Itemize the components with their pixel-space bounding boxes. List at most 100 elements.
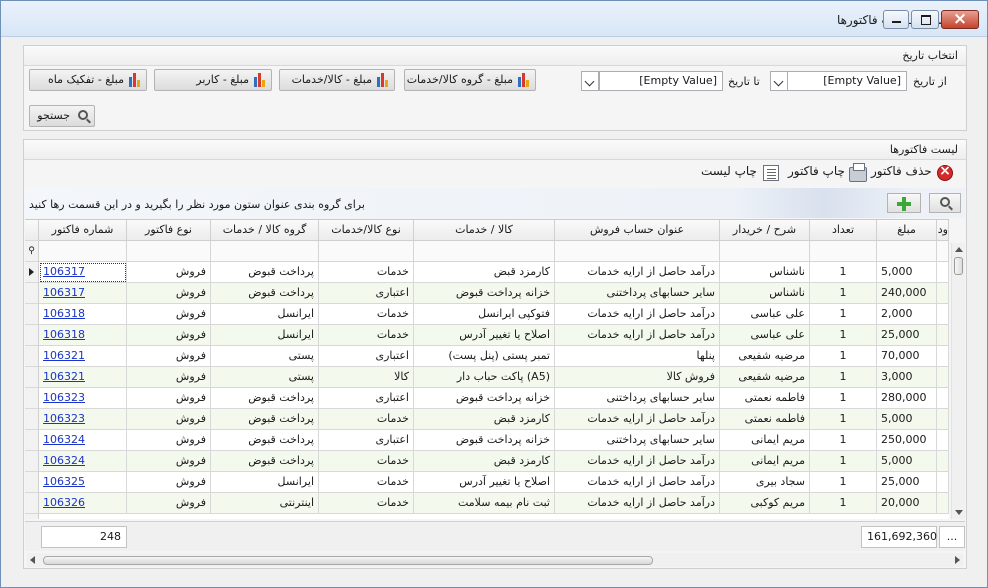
table-cell-amount: 5,000 <box>877 262 937 283</box>
delete-invoice-button[interactable]: حذف فاکتور <box>871 164 932 178</box>
main-window: لیست جزئیات فاکتورها انتخاب تاریخ از تار… <box>0 0 988 588</box>
horizontal-scrollbar[interactable] <box>27 553 963 567</box>
table-cell-account: سایر حسابهای پرداختنی <box>555 388 720 409</box>
row-indicator[interactable] <box>25 472 39 493</box>
table-cell-inv_no[interactable]: 106321 <box>39 346 127 367</box>
table-cell-clipped <box>937 304 949 325</box>
table-cell-clipped <box>937 493 949 514</box>
horizontal-scroll-thumb[interactable] <box>43 556 653 565</box>
print-invoice-button[interactable]: چاپ فاکتور <box>788 164 845 178</box>
column-header-inv_no[interactable]: شماره فاکتور <box>39 220 127 241</box>
table-cell-inv_type: فروش <box>127 262 211 283</box>
column-header-qty[interactable]: تعداد <box>810 220 877 241</box>
delete-icon[interactable] <box>937 163 953 181</box>
table-cell-inv_no[interactable]: 106317 <box>39 262 127 283</box>
row-indicator[interactable] <box>25 451 39 472</box>
table-cell-item: خزانه پرداخت قبوض <box>414 430 555 451</box>
scroll-left-arrow[interactable] <box>30 556 35 564</box>
list-icon[interactable] <box>763 165 779 181</box>
row-indicator[interactable] <box>25 262 39 283</box>
row-indicator[interactable] <box>25 304 39 325</box>
maximize-button[interactable] <box>911 10 939 29</box>
table-cell-inv_no[interactable]: 106323 <box>39 409 127 430</box>
print-list-button[interactable]: چاپ لیست <box>701 164 757 178</box>
table-cell-item: کارمزد قبض <box>414 409 555 430</box>
column-header-account[interactable]: عنوان حساب فروش <box>555 220 720 241</box>
table-cell-clipped <box>937 367 949 388</box>
filter-cell-inv_no[interactable] <box>39 241 127 262</box>
printer-icon[interactable] <box>849 163 867 182</box>
add-button[interactable] <box>887 193 921 213</box>
column-header-item[interactable]: کالا / خدمات <box>414 220 555 241</box>
scroll-right-arrow[interactable] <box>955 556 960 564</box>
row-indicator[interactable] <box>25 283 39 304</box>
table-cell-inv_no[interactable]: 106318 <box>39 304 127 325</box>
more-button[interactable]: ... <box>939 526 965 548</box>
filter-cell-clipped[interactable] <box>937 241 949 262</box>
row-indicator[interactable] <box>25 325 39 346</box>
table-cell-item_type: اعتباری <box>319 430 414 451</box>
row-indicator[interactable] <box>25 430 39 451</box>
table-cell-party: مریم کوکبی <box>720 493 810 514</box>
column-header-inv_type[interactable]: نوع فاکتور <box>127 220 211 241</box>
table-cell-item: خزانه پرداخت قبوض <box>414 283 555 304</box>
table-cell-inv_no[interactable]: 106318 <box>39 325 127 346</box>
table-cell-qty: 1 <box>810 283 877 304</box>
table-cell-qty: 1 <box>810 262 877 283</box>
table-cell-qty: 1 <box>810 430 877 451</box>
filter-cell-amount[interactable] <box>877 241 937 262</box>
filter-cell-account[interactable] <box>555 241 720 262</box>
column-header-item_group[interactable]: گروه کالا / خدمات <box>211 220 319 241</box>
report-item-group-button[interactable]: مبلغ - گروه کالا/خدمات <box>404 69 536 91</box>
filter-cell-item_type[interactable] <box>319 241 414 262</box>
scroll-up-arrow[interactable] <box>955 247 963 252</box>
table-cell-item: اصلاح یا تغییر آدرس <box>414 325 555 346</box>
table-cell-clipped <box>937 472 949 493</box>
filter-cell-inv_type[interactable] <box>127 241 211 262</box>
column-header-party[interactable]: شرح / خریدار <box>720 220 810 241</box>
table-cell-item: کارمزد قبض <box>414 451 555 472</box>
row-indicator[interactable] <box>25 346 39 367</box>
table-cell-inv_no[interactable]: 106325 <box>39 472 127 493</box>
filter-cell-party[interactable] <box>720 241 810 262</box>
table-cell-amount: 2,000 <box>877 304 937 325</box>
table-cell-inv_no[interactable]: 106324 <box>39 451 127 472</box>
column-header-item_type[interactable]: نوع کالا/خدمات <box>319 220 414 241</box>
close-button[interactable] <box>941 9 979 29</box>
filter-cell-item[interactable] <box>414 241 555 262</box>
table-cell-item_group: پرداخت قبوض <box>211 451 319 472</box>
table-cell-qty: 1 <box>810 304 877 325</box>
column-header-amount[interactable]: مبلغ <box>877 220 937 241</box>
row-indicator[interactable] <box>25 493 39 514</box>
table-cell-inv_no[interactable]: 106317 <box>39 283 127 304</box>
filter-cell-qty[interactable] <box>810 241 877 262</box>
table-cell-amount: 5,000 <box>877 451 937 472</box>
table-cell-inv_no[interactable]: 106324 <box>39 430 127 451</box>
to-date-dropdown[interactable] <box>581 71 599 91</box>
report-item-button[interactable]: مبلغ - کالا/خدمات <box>279 69 395 91</box>
from-date-field[interactable]: [Empty Value] <box>787 71 907 91</box>
report-month-button[interactable]: مبلغ - تفکیک ماه <box>29 69 147 91</box>
row-indicator[interactable] <box>25 409 39 430</box>
minimize-button[interactable] <box>883 10 909 29</box>
table-cell-inv_no[interactable]: 106321 <box>39 367 127 388</box>
filter-cell-item_group[interactable] <box>211 241 319 262</box>
from-date-dropdown[interactable] <box>770 71 788 91</box>
vertical-scrollbar[interactable] <box>951 243 965 519</box>
bar-chart-icon <box>253 73 267 87</box>
row-indicator[interactable] <box>25 367 39 388</box>
vertical-scroll-thumb[interactable] <box>954 257 963 275</box>
report-user-button[interactable]: مبلغ - کاربر <box>154 69 272 91</box>
table-cell-inv_no[interactable]: 106323 <box>39 388 127 409</box>
group-by-panel[interactable]: برای گروه بندی عنوان ستون مورد نظر را بگ… <box>25 188 965 218</box>
column-header-clipped[interactable]: وده <box>937 220 949 241</box>
to-date-field[interactable]: [Empty Value] <box>599 71 723 91</box>
scroll-down-arrow[interactable] <box>955 510 963 515</box>
table-cell-item_group: پرداخت قبوض <box>211 388 319 409</box>
row-indicator[interactable] <box>25 388 39 409</box>
table-cell-inv_type: فروش <box>127 325 211 346</box>
table-cell-qty: 1 <box>810 367 877 388</box>
search-button[interactable]: جستجو <box>29 105 95 127</box>
table-cell-inv_no[interactable]: 106326 <box>39 493 127 514</box>
find-button[interactable] <box>929 193 961 213</box>
